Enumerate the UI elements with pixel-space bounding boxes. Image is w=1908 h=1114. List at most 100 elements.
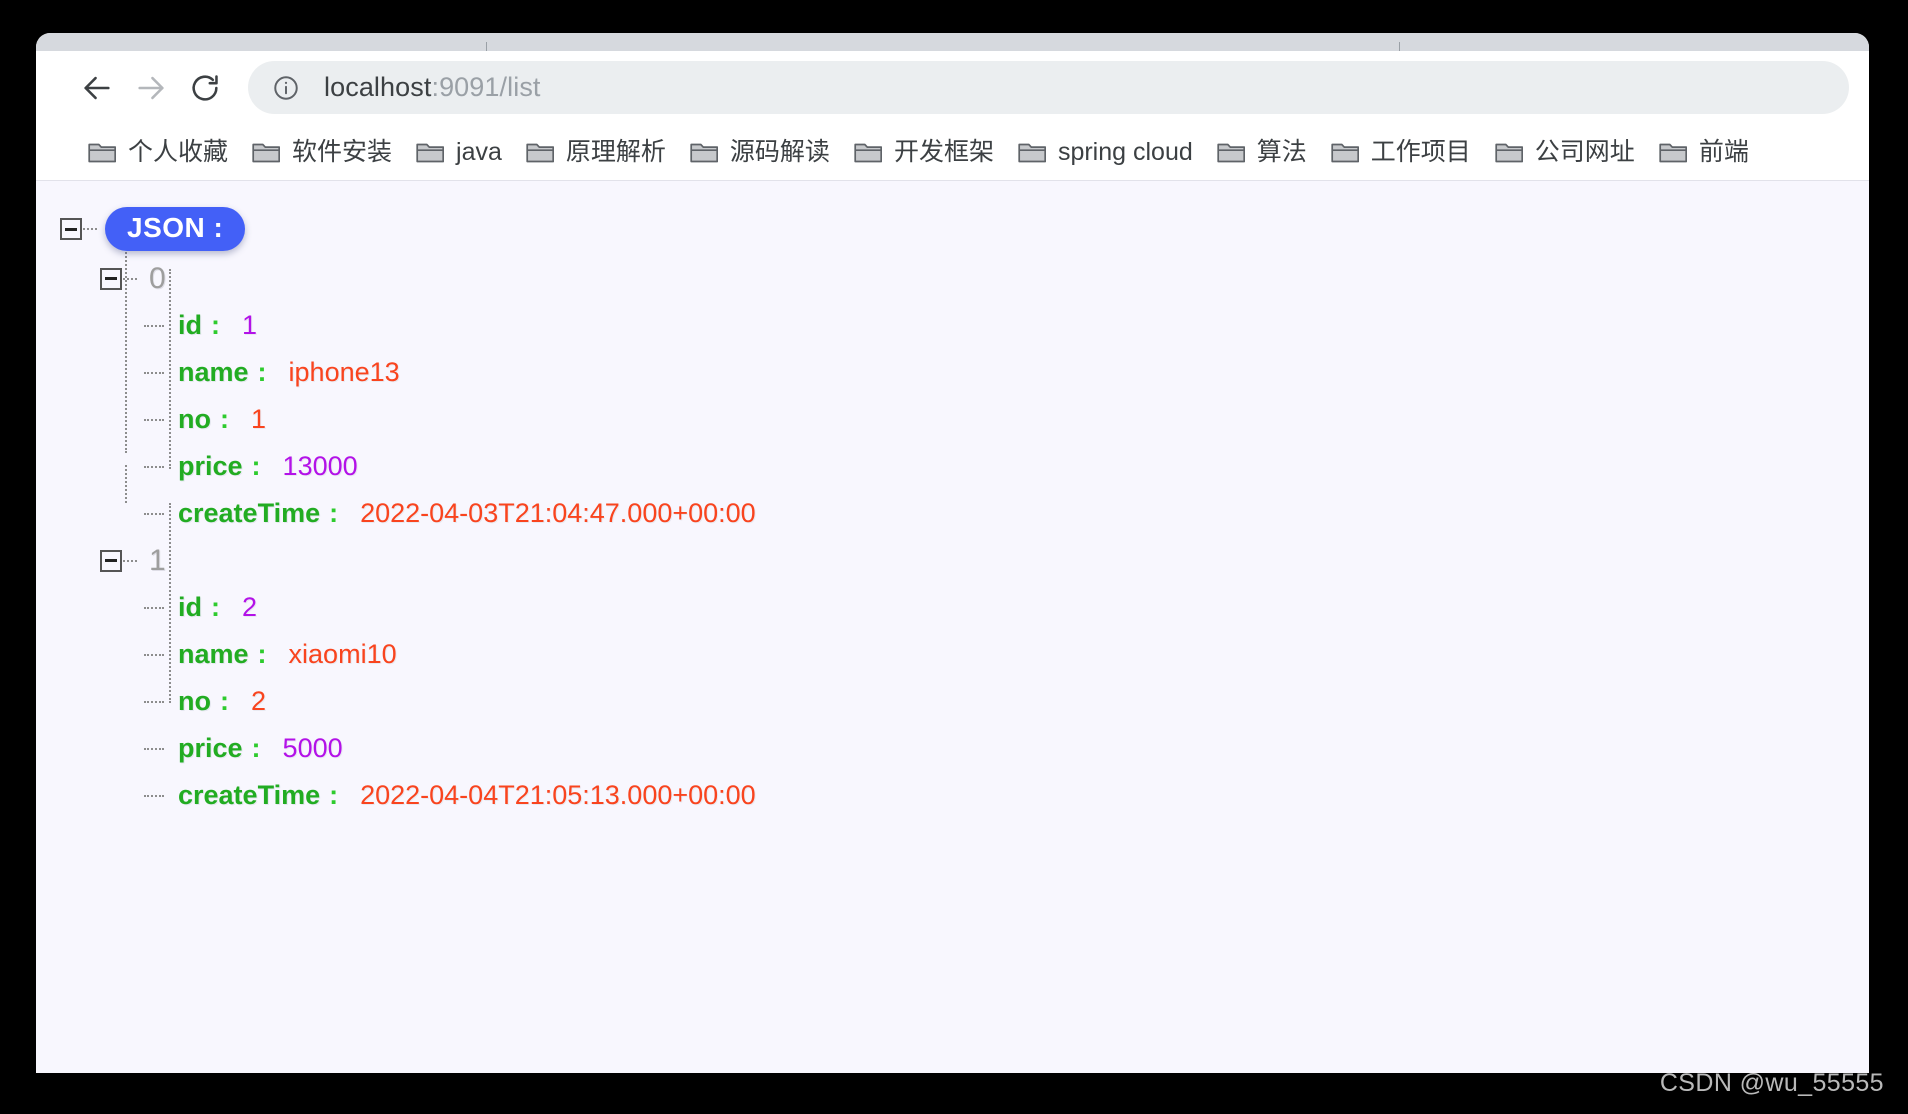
reload-button[interactable] (178, 61, 232, 115)
json-colon: : (329, 498, 339, 528)
bookmark-item[interactable]: 公司网址 (1483, 132, 1647, 172)
tree-dash (123, 277, 137, 280)
json-colon: : (251, 733, 261, 763)
json-colon: : (211, 592, 220, 622)
json-key: name (178, 357, 249, 387)
tree-dash (144, 606, 164, 609)
json-field-row: id : 1 (144, 302, 1869, 349)
json-value: xiaomi10 (288, 639, 397, 669)
json-field-row: price : 5000 (144, 725, 1869, 772)
collapse-toggle-node-0[interactable] (100, 267, 122, 290)
tab-separator (486, 42, 487, 51)
json-colon: : (329, 780, 339, 810)
bookmark-item[interactable]: 源码解读 (678, 132, 842, 172)
json-colon: : (257, 357, 267, 387)
collapse-toggle-node-1[interactable] (100, 549, 122, 572)
address-bar[interactable]: localhost:9091/list (248, 61, 1849, 114)
json-viewer: JSON : 0 id : 1 name : iphone13 no: 1 p… (36, 181, 1869, 819)
json-field-row: no : 2 (144, 678, 1869, 725)
arrow-right-icon (134, 71, 168, 105)
folder-icon (854, 140, 882, 164)
bookmark-item[interactable]: 前端 (1647, 132, 1761, 172)
forward-button[interactable] (124, 61, 178, 115)
browser-toolbar: localhost:9091/list (36, 51, 1869, 124)
json-key: createTime (178, 498, 321, 528)
bookmark-label: spring cloud (1057, 137, 1193, 166)
json-node-index: 1 (149, 543, 166, 577)
json-key: no (178, 686, 211, 716)
json-key: id (178, 592, 202, 622)
json-value: 1 (251, 404, 267, 434)
bookmark-item[interactable]: 原理解析 (514, 132, 678, 172)
screenshot-root: localhost:9091/list 个人收藏 软件安装 java 原理解析 … (0, 0, 1908, 1114)
info-circle-icon[interactable] (272, 74, 300, 102)
json-value: 2022-04-04T21:05:13.000+00:00 (360, 780, 756, 810)
tree-dash (144, 794, 164, 797)
browser-window: localhost:9091/list 个人收藏 软件安装 java 原理解析 … (36, 33, 1869, 1073)
folder-icon (1217, 140, 1245, 164)
json-key: price (178, 451, 243, 481)
json-node-row: 1 (100, 537, 1869, 584)
back-button[interactable] (70, 61, 124, 115)
bookmark-item[interactable]: 个人收藏 (76, 132, 240, 172)
json-value: 13000 (282, 451, 358, 481)
json-node-index: 0 (149, 261, 166, 295)
bookmark-item[interactable]: java (404, 132, 514, 172)
json-field-row: name : xiaomi10 (144, 631, 1869, 678)
bookmark-label: 源码解读 (729, 137, 830, 166)
json-field-row: createTime : 2022-04-04T21:05:13.000+00:… (144, 772, 1869, 819)
tab-separator (1399, 42, 1400, 51)
json-value: iphone13 (288, 357, 400, 387)
json-value: 2022-04-03T21:04:47.000+00:00 (360, 498, 756, 528)
folder-icon (526, 140, 554, 164)
json-colon: : (220, 404, 229, 434)
json-colon: : (257, 639, 267, 669)
json-root-row: JSON : (60, 203, 1869, 255)
bookmark-label: 算法 (1256, 137, 1307, 166)
folder-icon (88, 140, 116, 164)
bookmark-label: 开发框架 (893, 137, 994, 166)
bookmark-item[interactable]: 算法 (1205, 132, 1319, 172)
bookmark-label: 工作项目 (1370, 137, 1471, 166)
json-colon: : (211, 310, 220, 340)
json-node-row: 0 (100, 255, 1869, 302)
tree-dash (144, 747, 164, 750)
json-value: 1 (242, 310, 258, 340)
bookmark-label: 前端 (1698, 137, 1749, 166)
tab-strip (36, 33, 1869, 51)
bookmark-item[interactable]: 软件安装 (240, 132, 404, 172)
url-path: :9091/list (431, 72, 541, 102)
json-field-row: price : 13000 (144, 443, 1869, 490)
collapse-toggle-root[interactable] (60, 218, 82, 240)
folder-icon (690, 140, 718, 164)
tree-dash (144, 371, 164, 374)
bookmark-label: 软件安装 (292, 137, 393, 166)
bookmark-label: 公司网址 (1534, 137, 1635, 166)
json-field-row: id : 2 (144, 584, 1869, 631)
bookmark-item[interactable]: spring cloud (1006, 132, 1205, 172)
folder-icon (1018, 140, 1046, 164)
bookmark-item[interactable]: 工作项目 (1319, 132, 1483, 172)
tree-dash (144, 653, 164, 656)
json-key: no (178, 404, 211, 434)
json-value: 2 (251, 686, 267, 716)
json-key: createTime (178, 780, 321, 810)
json-field-row: no : 1 (144, 396, 1869, 443)
tree-dash (144, 700, 164, 703)
tree-dash (83, 228, 97, 230)
bookmark-item[interactable]: 开发框架 (842, 132, 1006, 172)
url-host: localhost (324, 72, 432, 102)
tree-dash (144, 512, 164, 515)
folder-icon (1659, 140, 1687, 164)
json-value: 2 (242, 592, 258, 622)
url-text: localhost:9091/list (324, 72, 541, 103)
folder-icon (416, 140, 445, 164)
json-colon: : (220, 686, 229, 716)
tree-guide-line (125, 465, 127, 503)
json-key: name (178, 639, 249, 669)
page-content: JSON : 0 id : 1 name : iphone13 no: 1 p… (36, 180, 1869, 1073)
json-key: price (178, 733, 243, 763)
bookmark-label: 原理解析 (565, 137, 666, 166)
folder-icon (1331, 140, 1359, 164)
tree-dash (144, 324, 164, 327)
